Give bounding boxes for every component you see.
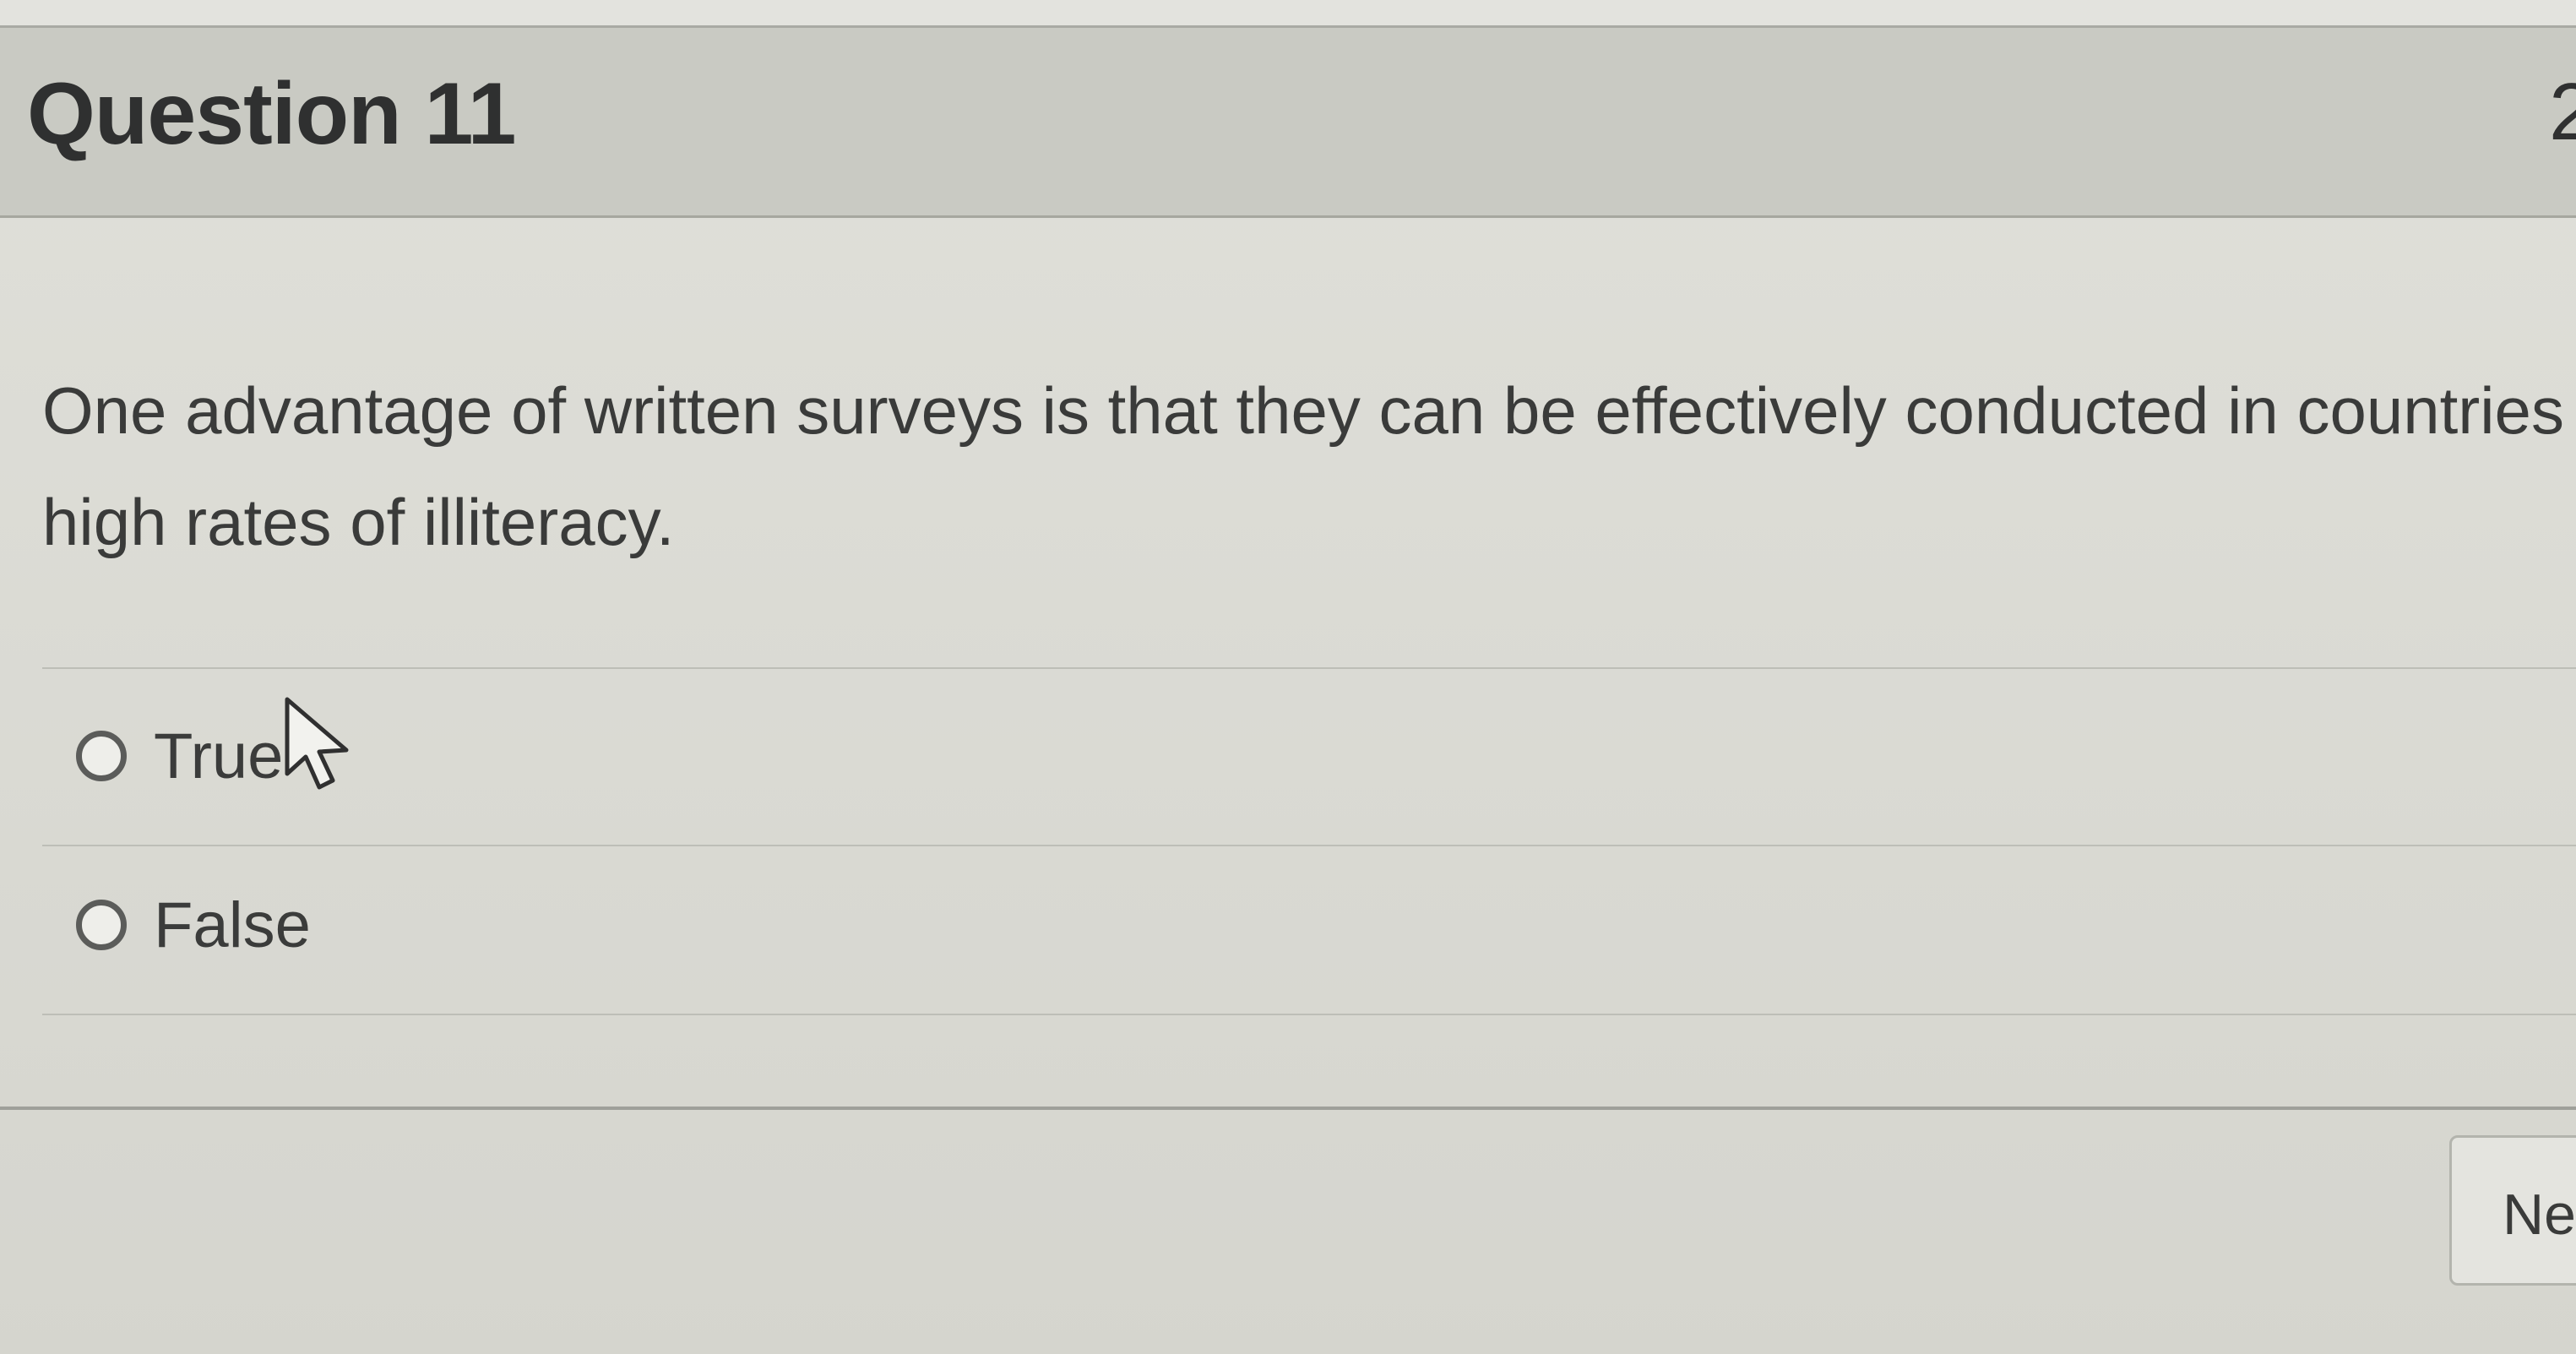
question-title: Question 11 — [27, 65, 517, 163]
radio-button-false[interactable] — [76, 900, 127, 950]
answer-divider — [42, 1014, 2576, 1015]
answer-option-true[interactable]: True — [76, 710, 283, 802]
next-button[interactable]: Ne — [2449, 1135, 2576, 1286]
mouse-pointer-icon — [285, 697, 349, 790]
answer-label-false[interactable]: False — [154, 889, 311, 962]
answer-divider — [42, 667, 2576, 669]
radio-button-true[interactable] — [76, 731, 127, 781]
answer-label-true[interactable]: True — [154, 720, 283, 793]
answer-divider — [42, 845, 2576, 846]
quiz-page: Question 11 2 One advantage of written s… — [0, 0, 2576, 1354]
question-points: 2 — [2549, 67, 2576, 157]
top-strip — [0, 0, 2576, 28]
question-text-line-2: high rates of illiteracy. — [42, 485, 675, 559]
footer-divider — [0, 1107, 2576, 1110]
question-text: One advantage of written surveys is that… — [42, 355, 2576, 578]
question-text-line-1: One advantage of written surveys is that… — [42, 373, 2576, 448]
answer-option-false[interactable]: False — [76, 878, 311, 971]
